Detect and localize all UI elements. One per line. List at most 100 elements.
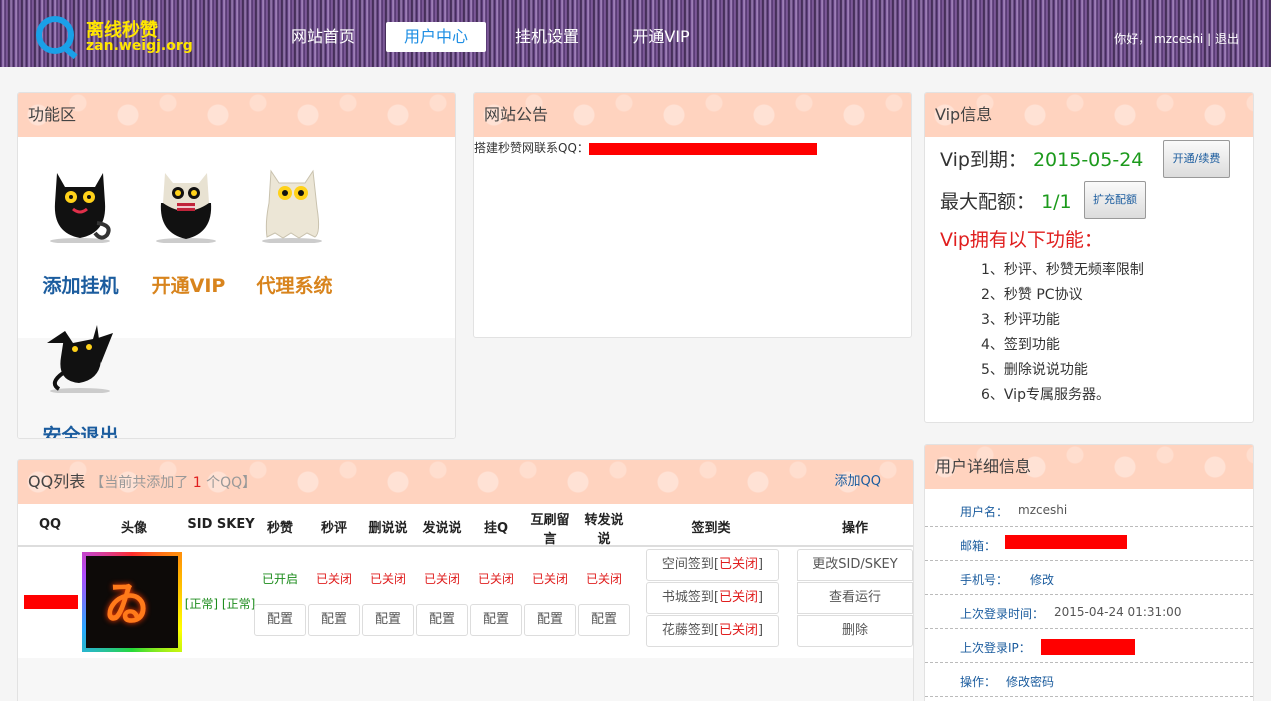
vip-quota-value: 1/1 [1041,191,1072,213]
vip-quota-row: 最大配额： 1/1 [940,187,1072,214]
col-sid-skey: SID SKEY [187,517,255,532]
post-config-button[interactable]: 配置 [416,604,468,636]
vip-quota-label: 最大配额： [940,191,1036,213]
greeting-text: 你好， [1114,32,1151,46]
user-detail-panel: 用户详细信息 用户名： mzceshi 邮箱： 手机号： 修改 上次登录时间： … [924,444,1254,701]
info-label: 上次登录IP： [960,641,1031,655]
qzone-sign-button[interactable]: 空间签到[已关闭] [646,549,779,581]
notice-text: 搭建秒赞网联系QQ： [474,141,589,155]
huateng-sign-button[interactable]: 花藤签到[已关闭] [646,615,779,647]
vip-feature-item: 3、秒评功能 [981,312,1060,328]
change-password-link[interactable]: 修改密码 [1006,673,1054,690]
redacted-qq [588,142,817,155]
sid-status: [正常] [184,597,219,611]
user-greeting: 你好， mzceshi | 退出 [1114,30,1239,47]
site-logo[interactable]: 离线秒赞 zan.weigj.org [34,14,194,62]
vip-feature-item: 2、秒赞 PC协议 [981,287,1083,303]
vip-expire-label: Vip到期： [940,149,1027,171]
info-label: 用户名： [960,505,1009,519]
qq-count-value: 1 [192,475,202,491]
bat-cat-icon [47,325,113,393]
redacted-qq-number [24,595,78,609]
info-label: 邮箱： [960,539,997,553]
vip-expire-value: 2015-05-24 [1032,149,1144,171]
add-hang-label[interactable]: 添加挂机 [28,271,133,298]
info-value: mzceshi [1018,503,1068,517]
col-mz: 秒赞 [266,521,293,536]
vip-panel-title: Vip信息 [925,93,1253,137]
delete-post-config-button[interactable]: 配置 [362,604,414,636]
header-separator: | [1207,32,1212,46]
hang-q-status: 已关闭 [477,572,514,586]
agent-system-item[interactable]: 代理系统 [242,151,347,297]
edit-phone-link[interactable]: 修改 [1030,571,1054,588]
qq-list-header: QQ列表 【当前共添加了 1 个QQ】 添加QQ [18,460,913,504]
expand-quota-button[interactable]: 扩充配额 [1084,181,1146,219]
delete-qq-button[interactable]: 删除 [797,615,913,647]
logout-link[interactable]: 退出 [1215,32,1239,46]
forward-status: 已关闭 [585,572,622,586]
add-qq-link[interactable]: 添加QQ [835,460,881,504]
hang-q-config-button[interactable]: 配置 [470,604,522,636]
col-actions: 操作 [841,521,868,536]
sid-skey-status: [正常] [正常] [184,595,256,612]
function-panel: 功能区 添加挂机 开通VIP 代理系统 安全退出 [17,92,456,439]
col-hang-q: 挂Q [483,521,509,536]
open-vip-label[interactable]: 开通VIP [136,271,241,298]
vip-feature-item: 1、秒评、秒赞无频率限制 [981,262,1144,278]
info-label: 上次登录时间： [960,607,1045,621]
notice-panel-title: 网站公告 [474,93,911,137]
col-sign: 签到类 [691,521,731,536]
delete-post-status: 已关闭 [369,572,406,586]
qq-avatar[interactable]: ゐ [82,552,182,652]
nav-hang-settings[interactable]: 挂机设置 [502,22,592,52]
qq-list-panel: QQ列表 【当前共添加了 1 个QQ】 添加QQ QQ 头像 SID SKEY … [17,459,914,701]
safe-exit-label[interactable]: 安全退出 [28,421,133,438]
redacted-email [1005,535,1127,549]
mz-config-button[interactable]: 配置 [254,604,306,636]
user-detail-title: 用户详细信息 [925,445,1253,489]
qq-count-note: 【当前共添加了 1 个QQ】 [90,475,256,491]
vip-feature-item: 5、删除说说功能 [981,362,1088,378]
forward-config-button[interactable]: 配置 [578,604,630,636]
safe-exit-item[interactable]: 安全退出 [28,301,135,438]
sign-name: 书城签到 [661,590,714,605]
skull-cat-icon [156,173,216,243]
function-panel-title: 功能区 [18,93,455,137]
info-label: 手机号： [960,573,1009,587]
agent-system-label[interactable]: 代理系统 [242,271,347,298]
nav-home[interactable]: 网站首页 [278,22,368,52]
change-sid-skey-button[interactable]: 更改SID/SKEY [797,549,913,581]
info-row-email: 邮箱： [925,527,1253,561]
black-cat-icon [50,173,111,243]
info-row-username: 用户名： mzceshi [925,493,1253,527]
vip-panel: Vip信息 Vip到期： 2015-05-24 开通/续费 最大配额： 1/1 … [924,92,1254,423]
avatar-flame-icon: ゐ [104,577,150,631]
renew-button[interactable]: 开通/续费 [1163,140,1230,178]
vip-expire-row: Vip到期： 2015-05-24 [940,145,1143,172]
mp-status: 已关闭 [315,572,352,586]
sign-status: 已关闭 [719,623,759,638]
open-vip-item[interactable]: 开通VIP [136,151,241,297]
col-forward: 转发说说 [584,513,624,547]
bookcity-sign-button[interactable]: 书城签到[已关闭] [646,582,779,614]
sign-name: 花藤签到 [661,623,714,638]
qq-count-suffix: 个QQ】 [206,475,257,491]
header-username[interactable]: mzceshi [1154,32,1203,46]
qq-count-prefix: 【当前共添加了 [90,475,189,491]
notice-panel: 网站公告 搭建秒赞网联系QQ： [473,92,912,338]
col-mutual-msg: 互刷留言 [530,513,570,547]
mp-config-button[interactable]: 配置 [308,604,360,636]
ghost-cat-icon [262,169,322,243]
vip-features-title: Vip拥有以下功能： [940,229,1103,251]
view-running-button[interactable]: 查看运行 [797,582,913,614]
sign-status: 已关闭 [719,557,759,572]
nav-user-center[interactable]: 用户中心 [386,22,486,52]
sign-status: 已关闭 [719,590,759,605]
mutual-msg-config-button[interactable]: 配置 [524,604,576,636]
add-hang-item[interactable]: 添加挂机 [30,151,135,297]
col-qq: QQ [38,517,62,532]
col-delete-post: 删说说 [368,521,408,536]
nav-open-vip[interactable]: 开通VIP [616,22,706,52]
redacted-ip [1041,639,1135,655]
